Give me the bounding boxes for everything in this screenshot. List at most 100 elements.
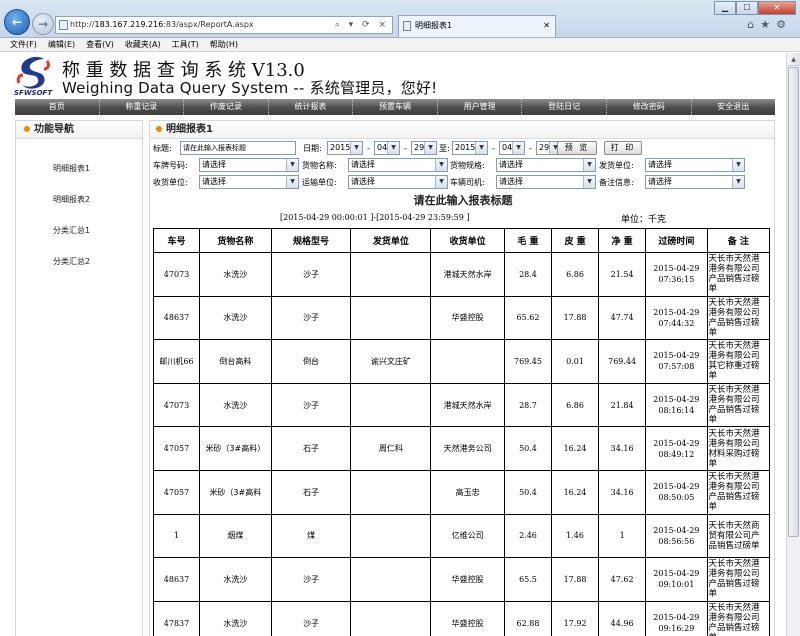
cell-goods: 水洗沙 [199, 600, 272, 636]
cell-sender [350, 252, 432, 297]
tab-close-icon[interactable]: ✕ [543, 16, 550, 36]
tab-page-icon [403, 21, 411, 31]
cell-tare: 6.86 [551, 252, 600, 297]
sidebar-item-category-summary-2[interactable]: 分类汇总2 [16, 246, 142, 277]
menu-favorites[interactable]: 收藏夹(A) [125, 38, 161, 51]
filter-row-3: 收货单位: 请选择 ▼ 运输单位: 请选择 ▼ 车辆司机: 请选择 ▼ 备注信息: 请… [153, 175, 773, 190]
system-title-en: Weighing Data Query System -- 系统管理员，您好! [62, 79, 438, 97]
nav-login-log[interactable]: 登陆日记 [522, 99, 607, 115]
menu-edit[interactable]: 编辑(E) [48, 38, 75, 51]
sender-select[interactable]: 请选择 ▼ [645, 158, 745, 172]
address-controls[interactable]: ⌕ ▾ ⟳ × [335, 17, 389, 33]
from-month-select[interactable]: 04 ▼ [374, 141, 400, 155]
cell-spec: 沙子 [270, 557, 352, 602]
to-year-select[interactable]: 2015 ▼ [452, 141, 488, 155]
from-year-select[interactable]: 2015 ▼ [327, 141, 363, 155]
cell-sender [350, 513, 432, 559]
cell-goods: 倒台高料 [199, 339, 272, 384]
cell-time: 2015-04-29 07:44:32 [645, 295, 708, 341]
cell-receiver: 华盛控股 [430, 295, 505, 341]
nav-stat-reports[interactable]: 统计报表 [269, 99, 354, 115]
close-window-button[interactable]: ✕ [758, 1, 796, 15]
cell-goods: 水洗沙 [199, 252, 272, 297]
cell-gross: 50.4 [503, 469, 553, 515]
sidebar-item-detail-report-2[interactable]: 明细报表2 [16, 184, 142, 215]
menu-view[interactable]: 查看(V) [86, 38, 114, 51]
cell-time: 2015-04-29 08:49:12 [645, 426, 708, 471]
date-sep: - [492, 144, 495, 153]
address-bar[interactable]: http://183.167.219.216:83/aspx/ReportA.a… [55, 16, 393, 34]
plate-select[interactable]: 请选择 ▼ [199, 158, 299, 172]
cell-gross: 769.45 [503, 339, 553, 384]
nav-weigh-records[interactable]: 称重记录 [100, 99, 185, 115]
back-button[interactable]: ← [4, 9, 30, 35]
driver-label: 车辆司机: [450, 178, 485, 187]
vertical-scrollbar[interactable]: ▲ [786, 53, 800, 636]
to-day-value: 29 [539, 143, 550, 152]
chevron-down-icon: ▼ [475, 142, 487, 154]
from-day-select[interactable]: 29 ▼ [411, 141, 437, 155]
nav-user-mgmt[interactable]: 用户管理 [438, 99, 523, 115]
menu-help[interactable]: 帮助(H) [210, 38, 238, 51]
plate-label: 车牌号码: [153, 161, 188, 170]
cell-spec: 石子 [270, 426, 352, 471]
cell-sender [350, 469, 432, 515]
driver-select[interactable]: 请选择 ▼ [496, 175, 596, 189]
chevron-down-icon: ▼ [350, 142, 362, 154]
cell-time: 2015-04-29 08:56:56 [645, 513, 708, 559]
carrier-label: 运输单位: [302, 178, 337, 187]
minimize-button[interactable]: ▁ [714, 1, 736, 15]
cell-time: 2015-04-29 08:16:14 [645, 382, 708, 428]
page-icon [59, 20, 68, 30]
cell-tare: 6.86 [551, 382, 600, 428]
cell-note: 天长市天然港港务有限公司产品销售过磅单 [706, 469, 771, 515]
cell-note: 天长市天然港港务有限公司其它称重过磅单 [706, 339, 771, 384]
nav-preset-vehicles[interactable]: 预置车辆 [353, 99, 438, 115]
spec-select[interactable]: 请选择 ▼ [496, 158, 596, 172]
report-title-input[interactable]: 请在此输入报表标题 [180, 141, 296, 155]
table-row: 48637 水洗沙 沙子 华盛控股 65.62 17.88 47.74 2015-04-29 … [152, 295, 771, 341]
window-controls: ▁ ☐ ✕ [714, 1, 796, 15]
browser-menubar: 文件(F) 编辑(E) 查看(V) 收藏夹(A) 工具(T) 帮助(H) [0, 38, 800, 52]
menu-tools[interactable]: 工具(T) [172, 38, 199, 51]
receiver-select[interactable]: 请选择 ▼ [199, 175, 299, 189]
cell-sender [350, 557, 432, 602]
from-year-value: 2015 [330, 143, 351, 152]
scroll-up-icon[interactable]: ▲ [787, 53, 800, 66]
to-month-select[interactable]: 04 ▼ [499, 141, 525, 155]
cell-time: 2015-04-29 07:57:08 [645, 339, 708, 384]
browser-window: ← → http://183.167.219.216:83/aspx/Repor… [0, 0, 800, 636]
cell-spec: 沙子 [270, 382, 352, 428]
cell-gross: 62.88 [503, 600, 553, 636]
cell-receiver: 港城天然水岸 [430, 382, 505, 428]
col-time: 过磅时间 [645, 228, 708, 253]
cell-plate: 47057 [152, 426, 201, 471]
maximize-button[interactable]: ☐ [736, 1, 758, 15]
nav-logout[interactable]: 安全退出 [692, 99, 776, 115]
print-button[interactable]: 打 印 [604, 141, 642, 155]
sidebar-item-category-summary-1[interactable]: 分类汇总1 [16, 215, 142, 246]
nav-void-records[interactable]: 作废记录 [184, 99, 269, 115]
cell-time: 2015-04-29 07:36:15 [645, 252, 708, 297]
to-month-value: 04 [502, 143, 513, 152]
cell-note: 天长市天然港港务有限公司产品销售过磅单 [706, 382, 771, 428]
note-select[interactable]: 请选择 ▼ [645, 175, 745, 189]
nav-change-password[interactable]: 修改密码 [607, 99, 692, 115]
menu-file[interactable]: 文件(F) [10, 38, 37, 51]
carrier-select[interactable]: 请选择 ▼ [348, 175, 448, 189]
cell-note: 天长市天然港港务有限公司产品销售过磅单 [706, 557, 771, 602]
to-label: 至: [439, 144, 450, 153]
forward-button[interactable]: → [32, 13, 54, 35]
scroll-thumb[interactable] [788, 67, 799, 537]
cell-tare: 16.24 [551, 426, 600, 471]
goods-select[interactable]: 请选择 ▼ [348, 158, 448, 172]
home-favorites-tools-icons[interactable]: ⌂★⚙ [747, 18, 792, 31]
browser-tab[interactable]: 明细报表1 ✕ [398, 15, 556, 37]
nav-home[interactable]: 首页 [15, 99, 100, 115]
col-spec: 规格型号 [270, 228, 352, 253]
sidebar-item-detail-report-1[interactable]: 明细报表1 [16, 153, 142, 184]
preview-button[interactable]: 预 览 [557, 141, 597, 155]
chevron-down-icon: ▼ [424, 142, 436, 154]
cell-gross: 28.4 [503, 252, 553, 297]
bullet-icon [156, 126, 162, 132]
